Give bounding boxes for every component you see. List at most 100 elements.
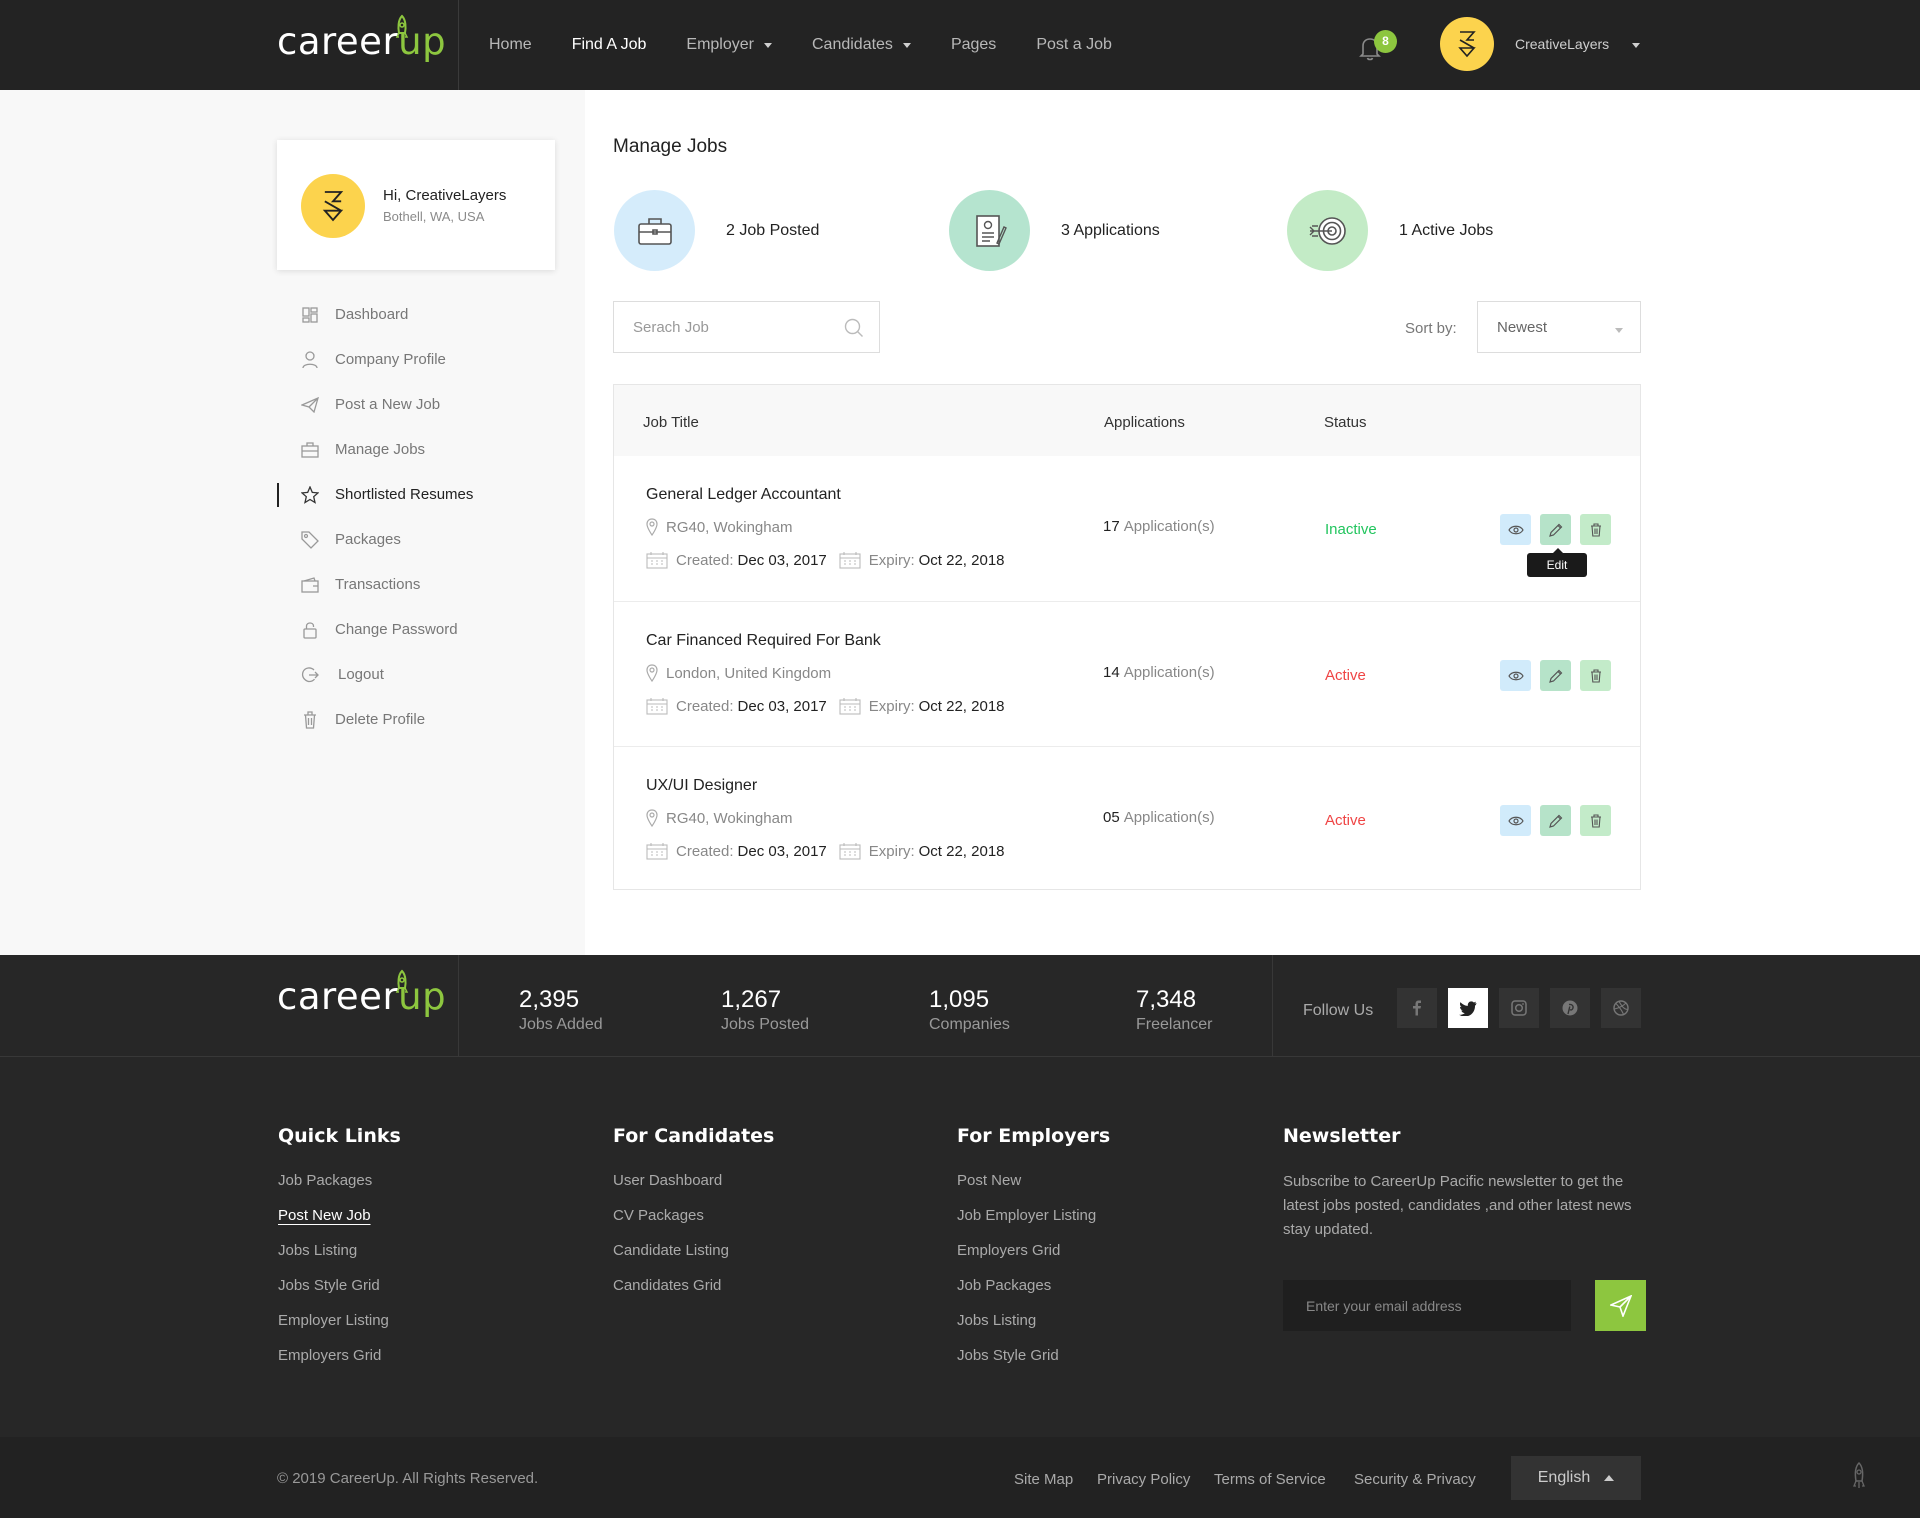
- email-field[interactable]: [1283, 1280, 1571, 1331]
- footer-link-security[interactable]: Security & Privacy: [1354, 1471, 1476, 1488]
- tag-icon: [300, 530, 320, 550]
- nav-home[interactable]: Home: [489, 36, 532, 54]
- footer-link[interactable]: Employers Grid: [957, 1240, 1110, 1275]
- sidebar-item-manage-jobs[interactable]: Manage Jobs: [277, 427, 555, 472]
- dribbble-icon[interactable]: [1601, 988, 1641, 1028]
- job-title[interactable]: Car Financed Required For Bank: [646, 632, 881, 650]
- delete-button[interactable]: [1580, 660, 1611, 691]
- footer-link-privacy-policy[interactable]: Privacy Policy: [1097, 1471, 1190, 1488]
- job-location: RG40, Wokingham: [646, 809, 792, 827]
- edit-button[interactable]: [1540, 660, 1571, 691]
- header-username[interactable]: CreativeLayers: [1515, 36, 1609, 52]
- table-row: Car Financed Required For Bank London, U…: [614, 601, 1640, 746]
- delete-button[interactable]: [1580, 514, 1611, 545]
- sidebar-item-change-password[interactable]: Change Password: [277, 607, 555, 652]
- subscribe-button[interactable]: [1595, 1280, 1646, 1331]
- chevron-down-icon: [902, 42, 911, 48]
- sidebar-item-label: Packages: [335, 531, 401, 548]
- sidebar-item-dashboard[interactable]: Dashboard: [277, 292, 555, 337]
- view-button[interactable]: [1500, 660, 1531, 691]
- footer-stat-jobs-posted: 1,267 Jobs Posted: [721, 986, 810, 1033]
- main-nav: Home Find A Job Employer Candidates Page…: [489, 0, 1152, 90]
- facebook-icon[interactable]: [1397, 988, 1437, 1028]
- sidebar-item-shortlisted-resumes[interactable]: Shortlisted Resumes: [277, 472, 555, 517]
- footer-link[interactable]: User Dashboard: [613, 1170, 774, 1205]
- job-title[interactable]: General Ledger Accountant: [646, 486, 841, 504]
- page-title: Manage Jobs: [613, 136, 728, 157]
- sort-label: Sort by:: [1405, 320, 1457, 337]
- view-button[interactable]: [1500, 805, 1531, 836]
- avatar[interactable]: [1440, 17, 1494, 71]
- stat-jobs-posted: 2 Job Posted: [614, 190, 819, 271]
- footer-link[interactable]: Candidates Grid: [613, 1275, 774, 1310]
- footer-bottom-bar: © 2019 CareerUp. All Rights Reserved. Si…: [0, 1437, 1920, 1518]
- edit-button[interactable]: [1540, 805, 1571, 836]
- footer-link[interactable]: Jobs Listing: [278, 1240, 401, 1275]
- chevron-down-icon[interactable]: [1632, 43, 1640, 48]
- stat-label: 1 Active Jobs: [1399, 221, 1494, 239]
- pencil-icon: [1548, 669, 1562, 683]
- copyright: © 2019 CareerUp. All Rights Reserved.: [277, 1470, 539, 1487]
- paper-plane-icon: [1609, 1294, 1632, 1317]
- footer-link-terms[interactable]: Terms of Service: [1214, 1471, 1326, 1488]
- expiry-date: Oct 22, 2018: [918, 842, 1005, 860]
- edit-button[interactable]: [1540, 514, 1571, 545]
- nav-employer[interactable]: Employer: [686, 36, 772, 54]
- sidebar-item-company-profile[interactable]: Company Profile: [277, 337, 555, 382]
- footer-link[interactable]: Candidate Listing: [613, 1240, 774, 1275]
- column-header-status: Status: [1324, 414, 1367, 431]
- row-actions: [1500, 805, 1620, 836]
- footer-link[interactable]: Employers Grid: [278, 1345, 401, 1380]
- sidebar-item-post-new-job[interactable]: Post a New Job: [277, 382, 555, 427]
- job-location: RG40, Wokingham: [646, 518, 792, 536]
- footer-link[interactable]: Post New Job: [278, 1205, 401, 1240]
- stat-applications: 3 Applications: [949, 190, 1160, 271]
- footer-column-title: Quick Links: [278, 1125, 401, 1147]
- twitter-icon[interactable]: [1448, 988, 1488, 1028]
- footer-link[interactable]: Post New: [957, 1170, 1110, 1205]
- view-button[interactable]: [1500, 514, 1531, 545]
- footer-link[interactable]: CV Packages: [613, 1205, 774, 1240]
- nav-pages[interactable]: Pages: [951, 36, 996, 54]
- dashboard-icon: [300, 305, 320, 325]
- footer-logo[interactable]: career up: [277, 969, 446, 1018]
- job-location: London, United Kingdom: [646, 664, 831, 682]
- language-select[interactable]: English: [1511, 1456, 1641, 1500]
- footer-link[interactable]: Jobs Style Grid: [957, 1345, 1110, 1380]
- job-title[interactable]: UX/UI Designer: [646, 777, 757, 795]
- calendar-icon: [646, 552, 668, 569]
- search-icon[interactable]: [844, 318, 864, 338]
- pencil-icon: [1548, 814, 1562, 828]
- footer-link[interactable]: Job Packages: [278, 1170, 401, 1205]
- top-header: career up Home Find A Job Employer Candid…: [0, 0, 1920, 90]
- rocket-icon[interactable]: [1850, 1461, 1868, 1491]
- job-dates: Created: Dec 03, 2017 Expiry: Oct 22, 2018: [646, 842, 1005, 860]
- footer-link[interactable]: Job Packages: [957, 1275, 1110, 1310]
- footer-link[interactable]: Jobs Style Grid: [278, 1275, 401, 1310]
- sidebar-item-delete-profile[interactable]: Delete Profile: [277, 697, 555, 742]
- search-input[interactable]: [614, 302, 834, 352]
- status-badge: Active: [1325, 812, 1366, 829]
- job-applications: 14 Application(s): [1103, 664, 1215, 681]
- sidebar-item-transactions[interactable]: Transactions: [277, 562, 555, 607]
- delete-button[interactable]: [1580, 805, 1611, 836]
- sidebar-item-packages[interactable]: Packages: [277, 517, 555, 562]
- chevron-down-icon: [1615, 328, 1623, 333]
- nav-candidates[interactable]: Candidates: [812, 36, 911, 54]
- footer-link[interactable]: Jobs Listing: [957, 1310, 1110, 1345]
- nav-find-a-job[interactable]: Find A Job: [572, 36, 647, 54]
- footer-stat-jobs-added: 2,395 Jobs Added: [519, 986, 603, 1033]
- sort-select[interactable]: Newest: [1477, 301, 1641, 353]
- footer-link[interactable]: Employer Listing: [278, 1310, 401, 1345]
- expiry-date: Oct 22, 2018: [918, 697, 1005, 715]
- document-icon: [949, 190, 1030, 271]
- instagram-icon[interactable]: [1499, 988, 1539, 1028]
- footer-link-site-map[interactable]: Site Map: [1014, 1471, 1073, 1488]
- pinterest-icon[interactable]: [1550, 988, 1590, 1028]
- nav-post-a-job[interactable]: Post a Job: [1036, 36, 1112, 54]
- site-logo[interactable]: career up: [277, 14, 446, 63]
- footer-link[interactable]: Job Employer Listing: [957, 1205, 1110, 1240]
- sidebar-item-label: Post a New Job: [335, 396, 441, 413]
- stat-active-jobs: 1 Active Jobs: [1287, 190, 1493, 271]
- sidebar-item-logout[interactable]: Logout: [277, 652, 555, 697]
